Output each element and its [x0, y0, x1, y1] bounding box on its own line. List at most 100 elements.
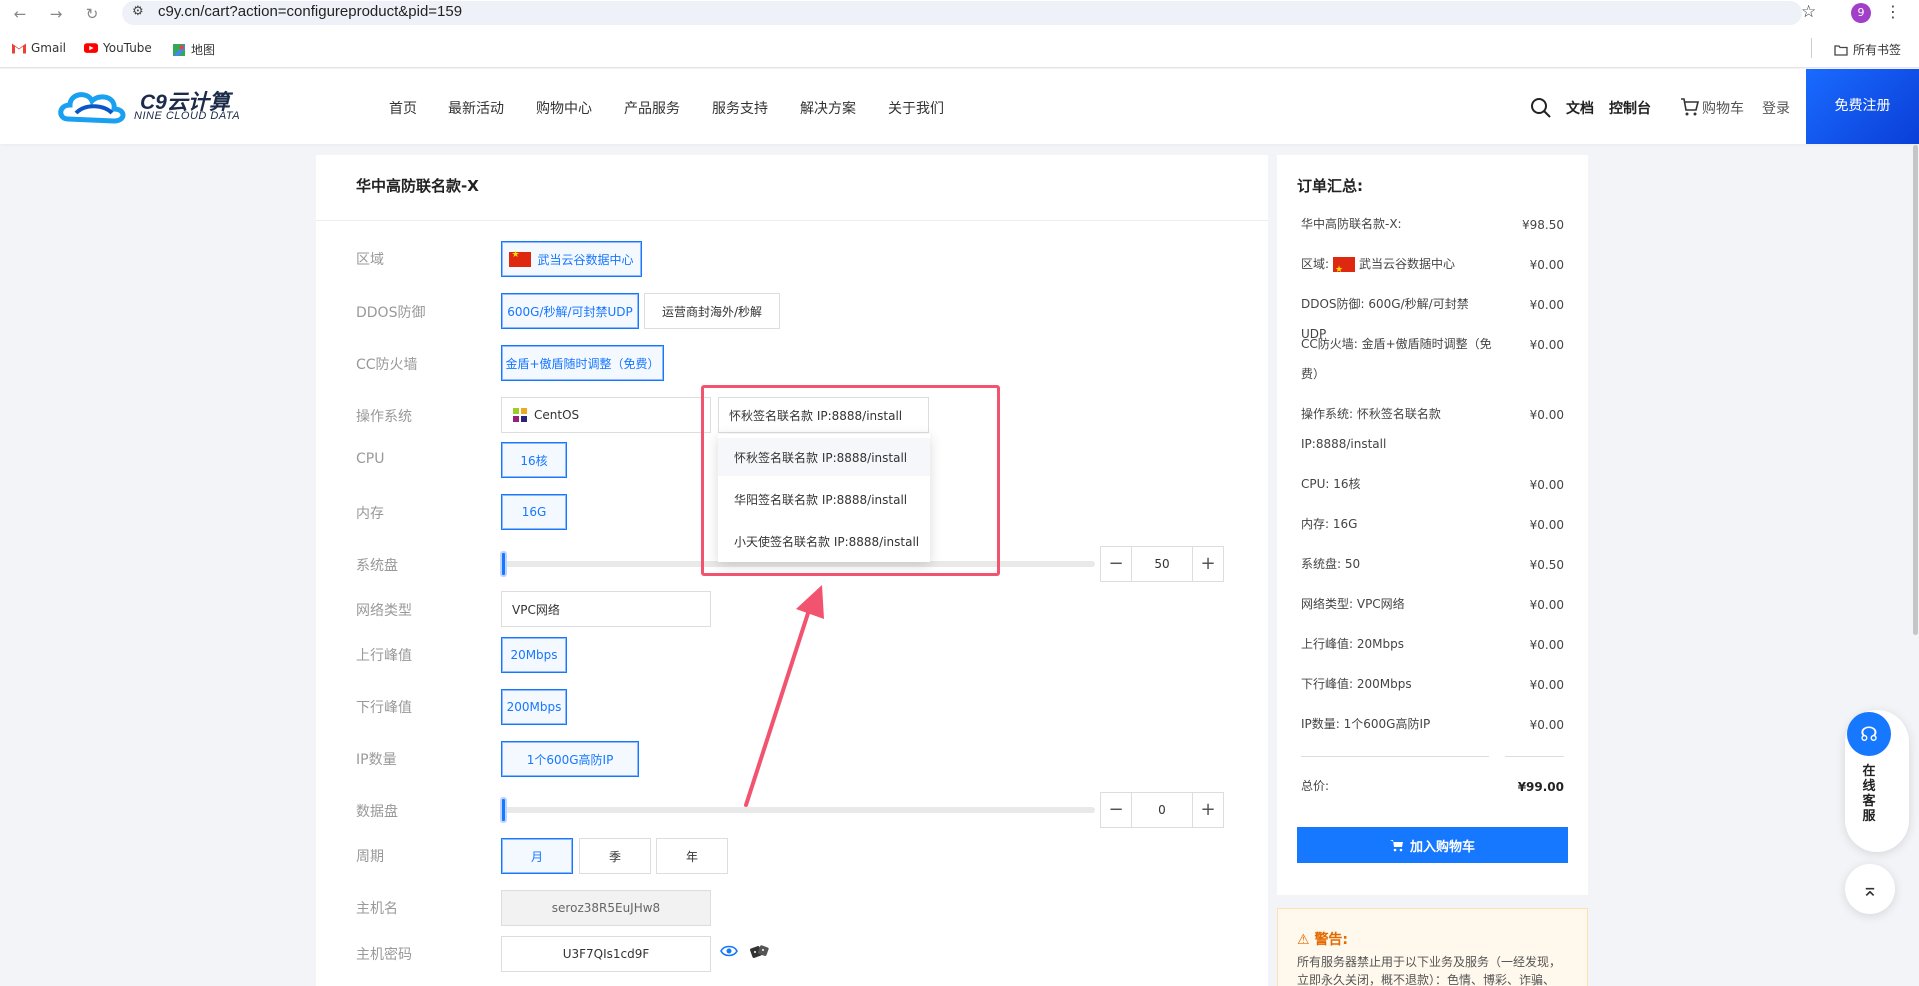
summary-region-value: 武当云谷数据中心 [1359, 257, 1456, 271]
hostname-field[interactable]: seroz38R5EuJHw8 [501, 890, 711, 926]
summary-row-ip: IP数量: 1个600G高防IP [1301, 717, 1431, 731]
warning-title-text: 警告: [1314, 932, 1349, 948]
bookmark-label: Gmail [31, 41, 67, 55]
page-scrollbar[interactable] [1913, 145, 1918, 635]
nav-about[interactable]: 关于我们 [888, 98, 944, 118]
network-type-select[interactable]: VPC网络 [501, 591, 711, 627]
forward-arrow-icon[interactable]: → [46, 4, 66, 24]
password-field[interactable]: U3F7QIs1cd9F [501, 936, 711, 972]
cart-link[interactable]: 购物车 [1702, 98, 1744, 118]
add-to-cart-button[interactable]: 加入购物车 [1297, 827, 1568, 863]
plus-icon[interactable]: + [1193, 547, 1223, 581]
back-to-top-icon[interactable]: ⌅ [1845, 864, 1895, 914]
youtube-icon [84, 43, 98, 53]
network-type-label: 网络类型 [356, 603, 412, 619]
address-bar-url[interactable]: c9y.cn/cart?action=configureproduct&pid=… [158, 3, 462, 20]
system-disk-stepper: − 50 + [1100, 546, 1224, 582]
cloud-logo-icon[interactable] [56, 83, 136, 127]
memory-option[interactable]: 16G [501, 494, 567, 530]
period-option-quarter[interactable]: 季 [579, 838, 651, 874]
back-arrow-icon[interactable]: ← [10, 4, 30, 24]
system-disk-value[interactable]: 50 [1131, 547, 1193, 581]
summary-row-upstream: 上行峰值: 20Mbps [1301, 637, 1404, 651]
summary-row-region: 区域: 武当云谷数据中心 [1301, 249, 1491, 285]
summary-row-memory: 内存: 16G [1301, 517, 1358, 531]
nav-products[interactable]: 产品服务 [624, 98, 680, 118]
summary-row-system-disk: 系统盘: 50 [1301, 557, 1361, 571]
data-disk-stepper: − 0 + [1100, 792, 1224, 828]
nav-activities[interactable]: 最新活动 [448, 98, 504, 118]
more-menu-icon[interactable]: ⋮ [1885, 2, 1901, 21]
os-family-select[interactable]: CentOS [501, 397, 711, 433]
cc-option[interactable]: 金盾+傲盾随时调整（免费） [501, 345, 664, 381]
reload-icon[interactable]: ↻ [82, 4, 102, 24]
bookmark-youtube[interactable]: YouTube [84, 41, 152, 55]
online-service-label[interactable]: 在线客服 [1862, 764, 1876, 824]
profile-avatar[interactable]: 9 [1851, 3, 1871, 23]
summary-value: ¥0.00 [1529, 338, 1564, 352]
data-disk-slider-handle[interactable] [500, 797, 507, 823]
summary-row-product: 华中高防联名款-X: [1301, 217, 1402, 231]
region-option[interactable]: 武当云谷数据中心 [501, 241, 642, 277]
console-link[interactable]: 控制台 [1609, 98, 1651, 118]
system-disk-slider-handle[interactable] [500, 551, 507, 577]
period-option-year[interactable]: 年 [656, 838, 728, 874]
ddos-option-overseas[interactable]: 运营商封海外/秒解 [644, 293, 780, 329]
summary-value: ¥0.00 [1529, 598, 1564, 612]
plus-icon[interactable]: + [1193, 793, 1223, 827]
headset-icon[interactable]: ☊ [1847, 712, 1891, 756]
ip-count-option[interactable]: 1个600G高防IP [501, 741, 639, 777]
cpu-label: CPU [356, 451, 385, 467]
summary-region-label: 区域: [1301, 257, 1330, 271]
nav-home[interactable]: 首页 [389, 98, 417, 118]
summary-row-cpu: CPU: 16核 [1301, 477, 1361, 491]
all-bookmarks[interactable]: 所有书签 [1834, 41, 1901, 58]
period-option-month[interactable]: 月 [501, 838, 573, 874]
minus-icon[interactable]: − [1101, 547, 1131, 581]
site-info-icon[interactable]: ⚙ [132, 4, 148, 20]
search-icon[interactable] [1530, 97, 1552, 119]
upstream-option[interactable]: 20Mbps [501, 637, 567, 673]
summary-value: ¥0.00 [1529, 478, 1564, 492]
ip-count-label: IP数量 [356, 752, 397, 768]
summary-total-value: ¥99.00 [1517, 780, 1564, 794]
network-type-value: VPC网络 [512, 602, 560, 617]
cpu-option[interactable]: 16核 [501, 442, 567, 478]
summary-value: ¥0.00 [1529, 718, 1564, 732]
ddos-label: DDOS防御 [356, 305, 426, 321]
bookmark-star-icon[interactable]: ☆ [1801, 2, 1816, 22]
eye-icon[interactable] [720, 944, 738, 958]
bookmarks-bar [0, 28, 1919, 68]
bookmark-maps[interactable]: 地图 [172, 41, 215, 58]
period-label: 周期 [356, 849, 384, 865]
password-label: 主机密码 [356, 947, 412, 963]
nav-shop[interactable]: 购物中心 [536, 98, 592, 118]
summary-value: ¥0.00 [1529, 408, 1564, 422]
data-disk-value[interactable]: 0 [1131, 793, 1193, 827]
summary-row-downstream: 下行峰值: 200Mbps [1301, 677, 1412, 691]
summary-row-os: 操作系统: 怀秋签名联名款 IP:8888/install [1301, 407, 1441, 451]
memory-label: 内存 [356, 506, 384, 522]
nav-solutions[interactable]: 解决方案 [800, 98, 856, 118]
summary-value: ¥0.00 [1529, 258, 1564, 272]
minus-icon[interactable]: − [1101, 793, 1131, 827]
docs-link[interactable]: 文档 [1566, 98, 1594, 118]
nav-support[interactable]: 服务支持 [712, 98, 768, 118]
folder-icon [1834, 44, 1848, 56]
gmail-icon [12, 43, 26, 54]
summary-divider [1301, 756, 1489, 757]
os-label: 操作系统 [356, 409, 412, 425]
dice-icon[interactable] [750, 942, 770, 960]
add-to-cart-label: 加入购物车 [1409, 839, 1475, 855]
bookmark-gmail[interactable]: Gmail [12, 41, 66, 55]
all-bookmarks-label: 所有书签 [1853, 43, 1902, 57]
warning-icon: ⚠ [1297, 932, 1310, 948]
downstream-option[interactable]: 200Mbps [501, 689, 567, 725]
ddos-option-udp[interactable]: 600G/秒解/可封禁UDP [501, 293, 639, 329]
region-option-label: 武当云谷数据中心 [537, 252, 634, 267]
region-label: 区域 [356, 252, 384, 268]
register-button[interactable]: 免费注册 [1806, 69, 1919, 144]
login-link[interactable]: 登录 [1762, 98, 1790, 118]
cart-icon[interactable] [1680, 97, 1700, 117]
centos-icon [513, 408, 527, 422]
